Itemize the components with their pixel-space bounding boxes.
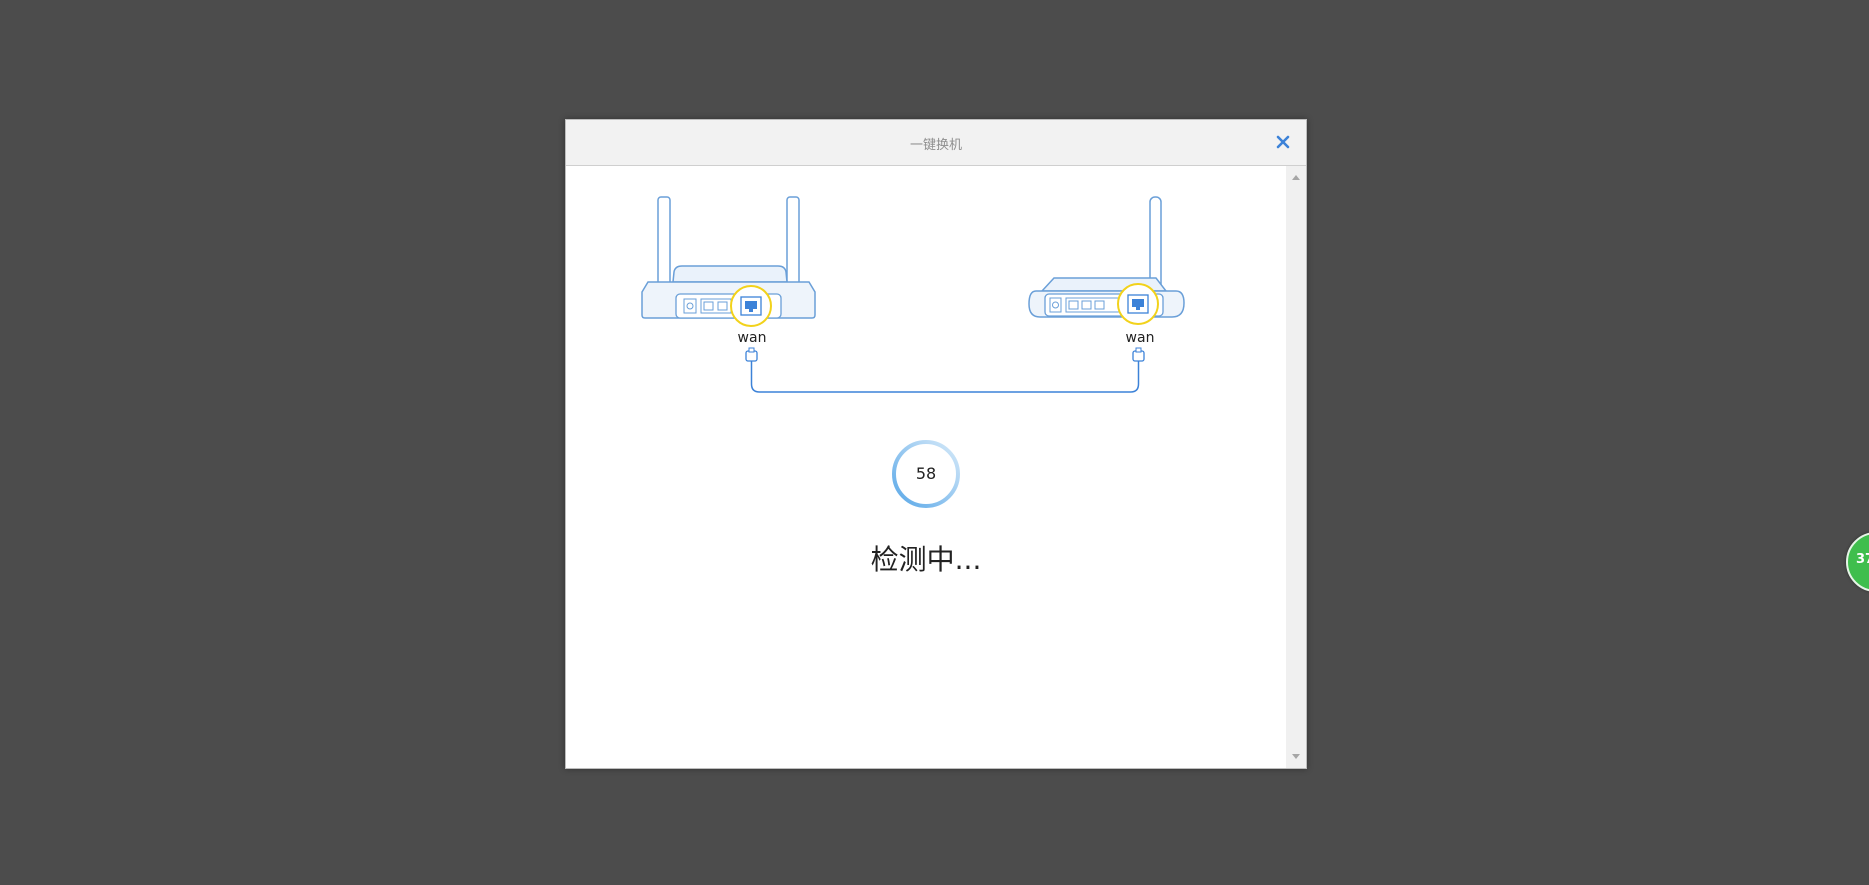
- switch-router-dialog: 一键换机 wan wan 58 检测中...: [565, 119, 1307, 769]
- dialog-header: 一键换机: [566, 120, 1306, 166]
- countdown-number: 58: [915, 464, 937, 483]
- ethernet-cable-icon: [745, 347, 1145, 393]
- dialog-title: 一键换机: [909, 138, 962, 153]
- scroll-down-icon[interactable]: [1292, 754, 1300, 759]
- vertical-scrollbar[interactable]: [1286, 166, 1306, 768]
- right-wan-label: wan: [1125, 330, 1155, 346]
- right-router-icon: [1028, 196, 1185, 325]
- dialog-body: wan wan 58 检测中...: [566, 166, 1306, 768]
- scroll-up-icon[interactable]: [1292, 175, 1300, 180]
- left-wan-label: wan: [737, 330, 767, 346]
- close-icon[interactable]: [1274, 133, 1292, 151]
- floating-badge-label: 37: [1856, 552, 1869, 567]
- countdown-spinner: 58: [891, 439, 961, 509]
- connection-diagram: wan wan: [566, 166, 1286, 426]
- status-message: 检测中...: [870, 543, 982, 576]
- left-router-icon: [641, 196, 816, 327]
